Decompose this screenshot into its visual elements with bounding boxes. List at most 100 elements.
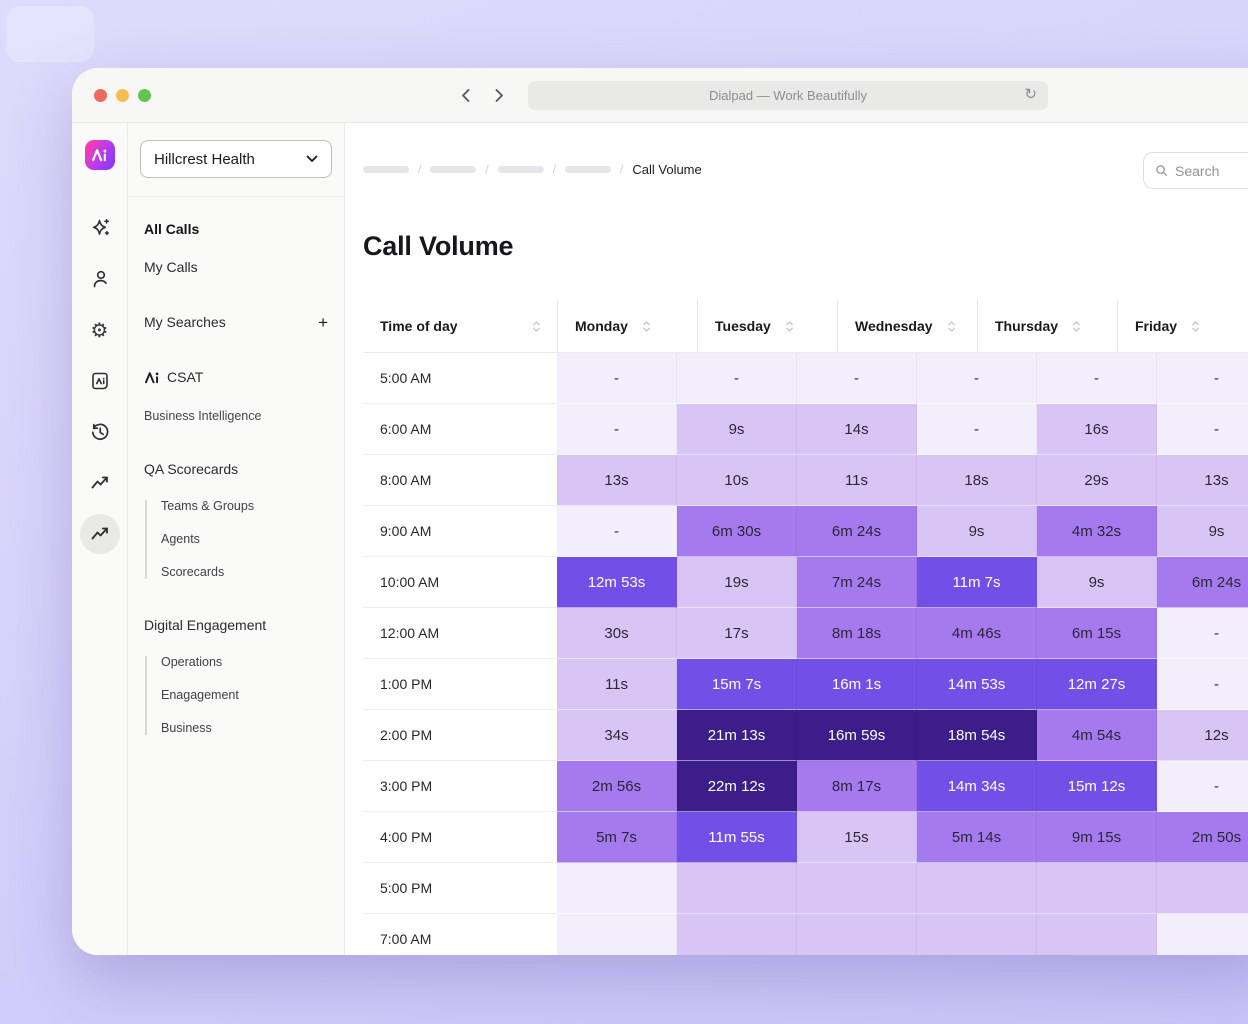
org-selector-dropdown[interactable]: Hillcrest Health <box>140 140 332 178</box>
heatmap-cell[interactable]: 11s <box>557 659 677 710</box>
heatmap-cell[interactable]: 15m 7s <box>677 659 797 710</box>
heatmap-cell[interactable]: - <box>1157 659 1248 710</box>
column-header-wednesday[interactable]: Wednesday <box>837 300 977 352</box>
heatmap-cell[interactable]: 16m 1s <box>797 659 917 710</box>
heatmap-cell[interactable] <box>917 914 1037 955</box>
heatmap-cell[interactable]: 8m 17s <box>797 761 917 812</box>
heatmap-cell[interactable] <box>1157 914 1248 955</box>
heatmap-cell[interactable] <box>917 863 1037 914</box>
heatmap-cell[interactable] <box>1037 863 1157 914</box>
breadcrumb-placeholder[interactable] <box>565 166 611 173</box>
sidebar-item-business[interactable]: Business <box>161 722 328 735</box>
heatmap-cell[interactable] <box>557 914 677 955</box>
contact-icon[interactable] <box>88 267 112 291</box>
column-header-time-of-day[interactable]: Time of day <box>363 300 557 352</box>
heatmap-cell[interactable]: 4m 46s <box>917 608 1037 659</box>
sidebar-item-teams-groups[interactable]: Teams & Groups <box>161 500 328 513</box>
heatmap-cell[interactable] <box>1037 914 1157 955</box>
heatmap-cell[interactable]: 18s <box>917 455 1037 506</box>
heatmap-cell[interactable]: 30s <box>557 608 677 659</box>
heatmap-cell[interactable]: 9s <box>1037 557 1157 608</box>
ai-notes-icon[interactable] <box>88 369 112 393</box>
heatmap-cell[interactable]: 16m 59s <box>797 710 917 761</box>
column-header-friday[interactable]: Friday <box>1117 300 1248 352</box>
heatmap-cell[interactable]: - <box>1037 353 1157 404</box>
heatmap-cell[interactable]: - <box>677 353 797 404</box>
heatmap-cell[interactable]: 29s <box>1037 455 1157 506</box>
heatmap-cell[interactable]: 2m 56s <box>557 761 677 812</box>
heatmap-cell[interactable] <box>677 863 797 914</box>
heatmap-cell[interactable]: 2m 50s <box>1157 812 1248 863</box>
heatmap-cell[interactable]: 4m 32s <box>1037 506 1157 557</box>
heatmap-cell[interactable] <box>797 863 917 914</box>
heatmap-cell[interactable]: 21m 13s <box>677 710 797 761</box>
heatmap-cell[interactable] <box>1157 863 1248 914</box>
heatmap-cell[interactable] <box>557 863 677 914</box>
settings-gear-icon[interactable]: ⚙ <box>88 318 112 342</box>
column-header-monday[interactable]: Monday <box>557 300 697 352</box>
column-header-thursday[interactable]: Thursday <box>977 300 1117 352</box>
heatmap-cell[interactable]: - <box>917 404 1037 455</box>
heatmap-cell[interactable]: 14m 34s <box>917 761 1037 812</box>
heatmap-cell[interactable]: 6m 15s <box>1037 608 1157 659</box>
heatmap-cell[interactable]: 6m 30s <box>677 506 797 557</box>
heatmap-cell[interactable]: 9s <box>917 506 1037 557</box>
trend-up-icon[interactable] <box>88 471 112 495</box>
breadcrumb-placeholder[interactable] <box>363 166 409 173</box>
sidebar-item-digital-engagement[interactable]: Digital Engagement <box>144 617 328 634</box>
heatmap-cell[interactable]: 15s <box>797 812 917 863</box>
heatmap-cell[interactable]: 6m 24s <box>1157 557 1248 608</box>
heatmap-cell[interactable]: - <box>557 506 677 557</box>
heatmap-cell[interactable]: - <box>797 353 917 404</box>
address-bar[interactable]: Dialpad — Work Beautifully ↻ <box>528 81 1048 110</box>
sidebar-item-agents[interactable]: Agents <box>161 533 328 546</box>
heatmap-cell[interactable]: 6m 24s <box>797 506 917 557</box>
heatmap-cell[interactable] <box>677 914 797 955</box>
heatmap-cell[interactable]: 13s <box>1157 455 1248 506</box>
heatmap-cell[interactable]: 34s <box>557 710 677 761</box>
heatmap-cell[interactable]: 15m 12s <box>1037 761 1157 812</box>
zoom-window-button[interactable] <box>138 89 151 102</box>
heatmap-cell[interactable]: - <box>917 353 1037 404</box>
heatmap-cell[interactable]: 7m 24s <box>797 557 917 608</box>
column-header-tuesday[interactable]: Tuesday <box>697 300 837 352</box>
heatmap-cell[interactable]: 13s <box>557 455 677 506</box>
heatmap-cell[interactable]: 11m 55s <box>677 812 797 863</box>
heatmap-cell[interactable]: 14m 53s <box>917 659 1037 710</box>
sidebar-item-operations[interactable]: Operations <box>161 656 328 669</box>
heatmap-cell[interactable] <box>797 914 917 955</box>
heatmap-cell[interactable]: - <box>557 404 677 455</box>
sidebar-item-my-calls[interactable]: My Calls <box>144 259 328 276</box>
heatmap-cell[interactable]: 18m 54s <box>917 710 1037 761</box>
heatmap-cell[interactable]: 5m 14s <box>917 812 1037 863</box>
heatmap-cell[interactable]: 12m 53s <box>557 557 677 608</box>
heatmap-cell[interactable]: 14s <box>797 404 917 455</box>
heatmap-cell[interactable]: 9s <box>677 404 797 455</box>
sidebar-item-business-intelligence[interactable]: Business Intelligence <box>144 410 328 423</box>
breadcrumb-placeholder[interactable] <box>430 166 476 173</box>
back-icon[interactable] <box>456 86 474 104</box>
reload-icon[interactable]: ↻ <box>1024 85 1037 103</box>
dialpad-ai-logo[interactable] <box>85 140 115 170</box>
heatmap-cell[interactable]: 22m 12s <box>677 761 797 812</box>
heatmap-cell[interactable]: - <box>1157 353 1248 404</box>
minimize-window-button[interactable] <box>116 89 129 102</box>
history-icon[interactable] <box>88 420 112 444</box>
search-input[interactable] <box>1175 163 1248 179</box>
sidebar-item-all-calls[interactable]: All Calls <box>144 221 328 238</box>
breadcrumb-placeholder[interactable] <box>498 166 544 173</box>
heatmap-cell[interactable]: 4m 54s <box>1037 710 1157 761</box>
sidebar-item-enagagement[interactable]: Enagagement <box>161 689 328 702</box>
heatmap-cell[interactable]: - <box>1157 608 1248 659</box>
heatmap-cell[interactable]: 11m 7s <box>917 557 1037 608</box>
heatmap-cell[interactable]: 9m 15s <box>1037 812 1157 863</box>
heatmap-cell[interactable]: 11s <box>797 455 917 506</box>
sidebar-item-csat[interactable]: CSAT <box>144 369 328 386</box>
heatmap-cell[interactable]: 9s <box>1157 506 1248 557</box>
heatmap-cell[interactable]: 17s <box>677 608 797 659</box>
heatmap-cell[interactable]: 8m 18s <box>797 608 917 659</box>
heatmap-cell[interactable]: 5m 7s <box>557 812 677 863</box>
heatmap-cell[interactable]: - <box>557 353 677 404</box>
forward-icon[interactable] <box>490 86 508 104</box>
heatmap-cell[interactable]: - <box>1157 761 1248 812</box>
